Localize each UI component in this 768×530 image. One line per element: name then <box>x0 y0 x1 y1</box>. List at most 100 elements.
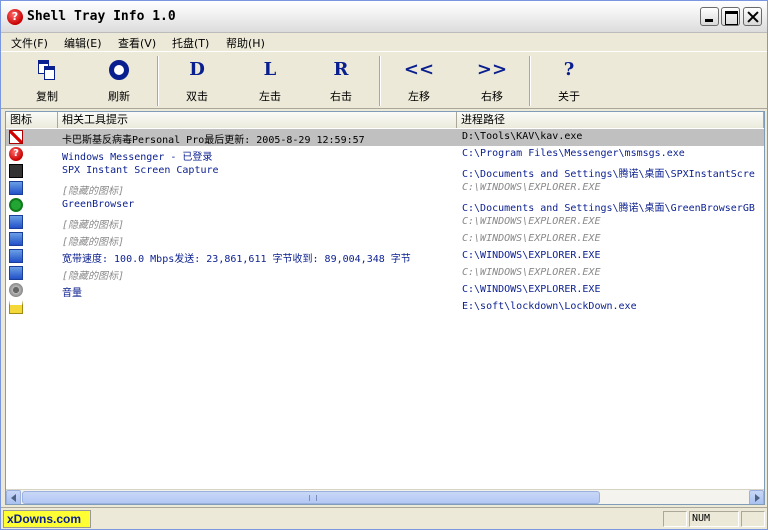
move-left-label: 左移 <box>408 90 430 103</box>
row-process-path: C:\WINDOWS\EXPLORER.EXE <box>462 267 601 278</box>
move-right-button[interactable]: >> 右移 <box>462 58 522 106</box>
window-title: Shell Tray Info 1.0 <box>27 9 176 24</box>
table-row[interactable]: E:\soft\lockdown\LockDown.exe <box>6 299 764 316</box>
maximize-button[interactable] <box>721 7 740 26</box>
menu-file[interactable]: 文件(F) <box>11 35 48 51</box>
table-row[interactable]: ? Windows Messenger - 已登录 C:\Program Files… <box>6 146 764 163</box>
copy-label: 复制 <box>36 90 58 103</box>
row-tooltip-text: 宽带速度: 100.0 Mbps发送: 23,861,611 字节收到: 89,… <box>62 254 411 265</box>
brand-watermark: xDowns.com <box>3 510 91 528</box>
about-label: 关于 <box>558 90 580 103</box>
row-process-path: C:\WINDOWS\EXPLORER.EXE <box>462 182 601 193</box>
scroll-left-button[interactable] <box>6 490 21 504</box>
table-row[interactable]: 卡巴斯基反病毒Personal Pro最后更新: 2005-8-29 12:59… <box>6 129 764 146</box>
menu-help[interactable]: 帮助(H) <box>226 35 265 51</box>
network-icon <box>9 249 23 263</box>
scrollbar-thumb[interactable] <box>22 491 600 504</box>
table-row[interactable]: SPX Instant Screen Capture C:\Documents a… <box>6 163 764 180</box>
menu-edit[interactable]: 编辑(E) <box>64 35 102 51</box>
refresh-icon <box>109 60 129 80</box>
volume-icon <box>9 283 23 297</box>
question-red-icon: ? <box>7 9 23 25</box>
row-process-path: C:\Program Files\Messenger\msmsgs.exe <box>462 148 685 159</box>
column-header-tooltip[interactable]: 相关工具提示 <box>58 112 457 128</box>
row-tooltip-text: 音量 <box>62 288 82 299</box>
status-panel <box>663 511 687 527</box>
scroll-right-button[interactable] <box>749 490 764 504</box>
title-bar[interactable]: ? Shell Tray Info 1.0 <box>1 1 767 33</box>
double-click-label: 双击 <box>186 90 208 103</box>
list-header: 图标 相关工具提示 进程路径 <box>6 112 764 128</box>
explorer-icon <box>9 215 23 229</box>
main-window: ? Shell Tray Info 1.0 文件(F) 编辑(E) 查看(V) … <box>0 0 768 530</box>
explorer-icon <box>9 232 23 246</box>
toolbar-separator <box>529 56 531 106</box>
copy-icon <box>38 60 56 80</box>
right-click-button[interactable]: R 右击 <box>311 58 371 106</box>
table-row[interactable]: [隐藏的图标] C:\WINDOWS\EXPLORER.EXE <box>6 231 764 248</box>
row-tooltip-text: Windows Messenger - 已登录 <box>62 152 213 163</box>
left-click-label: 左击 <box>259 90 281 103</box>
left-click-button[interactable]: L 左击 <box>240 58 300 106</box>
list-rows: 卡巴斯基反病毒Personal Pro最后更新: 2005-8-29 12:59… <box>6 129 764 316</box>
row-process-path: C:\WINDOWS\EXPLORER.EXE <box>462 216 601 227</box>
spx-capture-icon <box>9 164 23 178</box>
toolbar-separator <box>157 56 159 106</box>
row-process-path: D:\Tools\KAV\kav.exe <box>462 131 583 142</box>
move-right-label: 右移 <box>481 90 503 103</box>
status-bar: xDowns.com NUM <box>1 507 767 529</box>
table-row[interactable]: [隐藏的图标] C:\WINDOWS\EXPLORER.EXE <box>6 265 764 282</box>
row-tooltip-text: GreenBrowser <box>62 199 135 210</box>
menu-bar: 文件(F) 编辑(E) 查看(V) 托盘(T) 帮助(H) <box>1 33 767 51</box>
row-process-path: C:\WINDOWS\EXPLORER.EXE <box>462 284 601 295</box>
r-icon: R <box>333 59 349 80</box>
tray-icon-list[interactable]: 图标 相关工具提示 进程路径 卡巴斯基反病毒Personal Pro最后更新: … <box>5 111 765 505</box>
row-process-path: C:\WINDOWS\EXPLORER.EXE <box>462 233 601 244</box>
row-process-path: C:\Documents and Settings\腾诺\桌面\SPXInsta… <box>462 169 755 180</box>
column-header-icon[interactable]: 图标 <box>6 112 58 128</box>
double-left-arrow-icon: << <box>403 59 435 80</box>
double-click-button[interactable]: D 双击 <box>167 58 227 106</box>
row-tooltip-text: [隐藏的图标] <box>62 220 125 231</box>
status-panel <box>741 511 765 527</box>
row-tooltip-text: 卡巴斯基反病毒Personal Pro最后更新: 2005-8-29 12:59… <box>62 135 365 146</box>
row-tooltip-text: [隐藏的图标] <box>62 186 125 197</box>
move-left-button[interactable]: << 左移 <box>389 58 449 106</box>
grip-icon <box>309 495 317 501</box>
about-button[interactable]: ? 关于 <box>539 58 599 106</box>
row-tooltip-text: [隐藏的图标] <box>62 271 125 282</box>
minimize-button[interactable] <box>700 7 719 26</box>
toolbar-separator <box>379 56 381 106</box>
refresh-label: 刷新 <box>108 90 130 103</box>
double-right-arrow-icon: >> <box>476 59 508 80</box>
close-button[interactable] <box>743 7 762 26</box>
question-icon: ? <box>563 59 575 80</box>
messenger-icon: ? <box>9 147 23 161</box>
menu-tray[interactable]: 托盘(T) <box>172 35 209 51</box>
refresh-button[interactable]: 刷新 <box>89 58 149 106</box>
row-process-path: C:\Documents and Settings\腾诺\桌面\GreenBro… <box>462 203 755 214</box>
row-tooltip-text: SPX Instant Screen Capture <box>62 165 219 176</box>
right-click-label: 右击 <box>330 90 352 103</box>
row-process-path: E:\soft\lockdown\LockDown.exe <box>462 301 637 312</box>
menu-view[interactable]: 查看(V) <box>118 35 156 51</box>
greenbrowser-icon <box>9 198 23 212</box>
table-row[interactable]: 宽带速度: 100.0 Mbps发送: 23,861,611 字节收到: 89,… <box>6 248 764 265</box>
horizontal-scrollbar[interactable] <box>6 489 764 504</box>
row-process-path: C:\WINDOWS\EXPLORER.EXE <box>462 250 601 261</box>
kav-icon <box>9 130 23 144</box>
explorer-icon <box>9 181 23 195</box>
copy-button[interactable]: 复制 <box>17 58 77 106</box>
lock-icon <box>9 300 23 314</box>
row-tooltip-text: [隐藏的图标] <box>62 237 125 248</box>
d-icon: D <box>189 59 205 80</box>
table-row[interactable]: [隐藏的图标] C:\WINDOWS\EXPLORER.EXE <box>6 214 764 231</box>
toolbar: 复制 刷新 D 双击 L 左击 R 右击 << 左移 >> 右移 ? 关于 <box>1 51 767 109</box>
num-lock-indicator: NUM <box>689 511 739 527</box>
table-row[interactable]: GreenBrowser C:\Documents and Settings\腾诺… <box>6 197 764 214</box>
explorer-icon <box>9 266 23 280</box>
table-row[interactable]: [隐藏的图标] C:\WINDOWS\EXPLORER.EXE <box>6 180 764 197</box>
table-row[interactable]: 音量 C:\WINDOWS\EXPLORER.EXE <box>6 282 764 299</box>
column-header-path[interactable]: 进程路径 <box>457 112 764 128</box>
l-icon: L <box>263 59 277 80</box>
